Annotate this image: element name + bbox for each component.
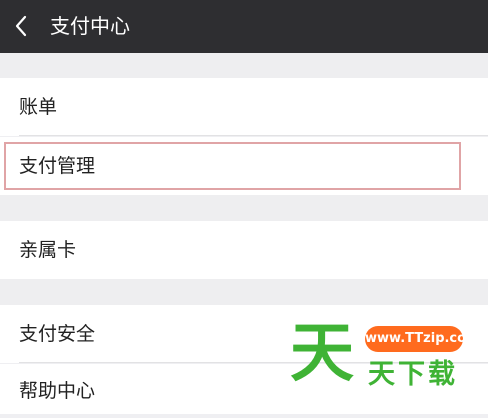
chevron-left-icon[interactable] [14,14,28,38]
watermark-url: www.TTzip.com [365,326,480,352]
menu-item-label: 账单 [19,96,58,118]
watermark-logo: 天 www.TTzip.com 天下载 [290,318,480,398]
section-gap [0,53,488,78]
menu-item-payment-management[interactable]: 支付管理 [0,137,488,195]
menu-item-label: 支付安全 [19,323,96,345]
section-gap [0,195,488,221]
divider [19,135,488,136]
menu-item-label: 亲属卡 [19,239,77,261]
watermark-name: 天下载 [368,359,458,390]
section-gap [0,279,488,305]
page-title: 支付中心 [50,14,130,38]
menu-item-label: 帮助中心 [19,380,96,402]
menu-item-label: 支付管理 [19,155,96,177]
top-bar: 支付中心 [0,0,488,53]
watermark-logo-char: 天 [290,317,354,391]
menu-item-bill[interactable]: 账单 [0,78,488,136]
menu-item-family-card[interactable]: 亲属卡 [0,221,488,279]
